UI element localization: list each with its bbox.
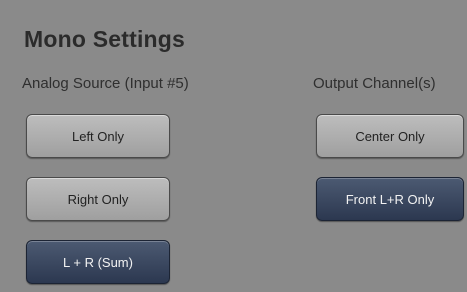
page-title: Mono Settings (24, 26, 186, 52)
analog-source-label: Analog Source (Input #5) (22, 75, 189, 92)
left-only-button[interactable]: Left Only (26, 114, 170, 158)
right-only-button[interactable]: Right Only (26, 177, 170, 221)
mono-settings-panel: Mono Settings Analog Source (Input #5) O… (0, 0, 467, 292)
front-lr-only-button[interactable]: Front L+R Only (316, 177, 464, 221)
center-only-button[interactable]: Center Only (316, 114, 464, 158)
output-channels-label: Output Channel(s) (313, 75, 436, 92)
l-plus-r-sum-button[interactable]: L + R (Sum) (26, 240, 170, 284)
